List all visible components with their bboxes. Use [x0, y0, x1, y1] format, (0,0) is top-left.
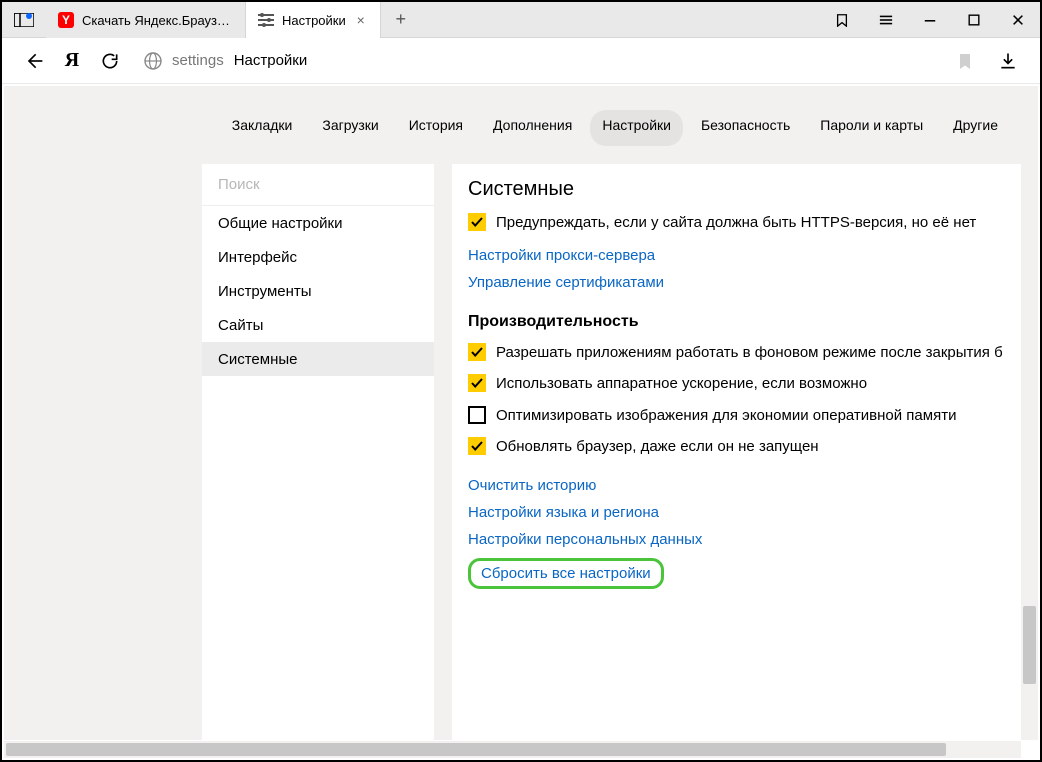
link-reset-all[interactable]: Сбросить все настройки — [468, 558, 664, 589]
window-controls — [820, 2, 1040, 38]
tab-title: Скачать Яндекс.Браузер д — [82, 13, 233, 28]
opt-label: Предупреждать, если у сайта должна быть … — [496, 213, 976, 233]
link-clear-history[interactable]: Очистить историю — [468, 477, 1022, 494]
yandex-home-button[interactable]: Я — [58, 47, 86, 75]
sidebar-toggle-button[interactable] — [2, 2, 46, 37]
opt-background-apps[interactable]: Разрешать приложениям работать в фоновом… — [468, 337, 1022, 369]
search-placeholder: Поиск — [218, 176, 260, 193]
sidebar-item-interface[interactable]: Интерфейс — [202, 240, 434, 274]
link-personal-data[interactable]: Настройки персональных данных — [468, 531, 1022, 548]
bookmark-icon[interactable] — [956, 52, 974, 70]
vertical-scrollbar[interactable] — [1021, 86, 1038, 740]
link-lang-region[interactable]: Настройки языка и региона — [468, 504, 1022, 521]
checkbox-icon[interactable] — [468, 374, 486, 392]
close-icon[interactable]: × — [354, 13, 368, 27]
settings-page: Закладки Загрузки История Дополнения Нас… — [4, 86, 1038, 740]
read-later-button[interactable] — [820, 2, 864, 38]
scrollbar-thumb[interactable] — [6, 743, 946, 756]
sidebar-item-tools[interactable]: Инструменты — [202, 274, 434, 308]
opt-label: Использовать аппаратное ускорение, если … — [496, 374, 867, 394]
reload-button[interactable] — [96, 47, 124, 75]
settings-sidebar: Поиск Общие настройки Интерфейс Инструме… — [202, 164, 434, 740]
section-title-performance: Производительность — [468, 313, 1022, 331]
nav-settings[interactable]: Настройки — [590, 110, 683, 146]
opt-https-warn[interactable]: Предупреждать, если у сайта должна быть … — [468, 207, 1022, 239]
yandex-favicon: Y — [58, 12, 74, 28]
nav-addons[interactable]: Дополнения — [481, 110, 584, 146]
site-status-icon[interactable] — [144, 52, 162, 70]
opt-auto-update[interactable]: Обновлять браузер, даже если он не запущ… — [468, 431, 1022, 463]
checkbox-icon[interactable] — [468, 406, 486, 424]
opt-label: Оптимизировать изображения для экономии … — [496, 406, 956, 426]
nav-other[interactable]: Другие — [941, 110, 1010, 146]
opt-optimize-images[interactable]: Оптимизировать изображения для экономии … — [468, 400, 1022, 432]
tab-title: Настройки — [282, 13, 346, 28]
nav-security[interactable]: Безопасность — [689, 110, 802, 146]
close-button[interactable] — [996, 2, 1040, 38]
section-title-system: Системные — [468, 178, 1022, 201]
opt-hardware-accel[interactable]: Использовать аппаратное ускорение, если … — [468, 368, 1022, 400]
address-bar[interactable]: settings Настройки — [134, 45, 984, 77]
address-title: Настройки — [234, 52, 308, 69]
opt-label: Обновлять браузер, даже если он не запущ… — [496, 437, 819, 457]
checkbox-icon[interactable] — [468, 437, 486, 455]
link-cert-management[interactable]: Управление сертификатами — [468, 274, 1022, 291]
minimize-button[interactable] — [908, 2, 952, 38]
link-proxy-settings[interactable]: Настройки прокси-сервера — [468, 247, 1022, 264]
settings-content: Системные Предупреждать, если у сайта до… — [452, 164, 1038, 740]
opt-label: Разрешать приложениям работать в фоновом… — [496, 343, 1003, 363]
address-host: settings — [172, 52, 224, 69]
nav-passwords[interactable]: Пароли и карты — [808, 110, 935, 146]
nav-history[interactable]: История — [397, 110, 475, 146]
titlebar: Y Скачать Яндекс.Браузер д Настройки × + — [2, 2, 1040, 38]
sidebar-item-sites[interactable]: Сайты — [202, 308, 434, 342]
horizontal-scrollbar[interactable] — [4, 741, 1021, 758]
settings-favicon — [258, 12, 274, 28]
settings-nav: Закладки Загрузки История Дополнения Нас… — [4, 110, 1038, 146]
checkbox-icon[interactable] — [468, 343, 486, 361]
toolbar: Я settings Настройки — [2, 38, 1040, 84]
tab-yandex-download[interactable]: Y Скачать Яндекс.Браузер д — [46, 2, 246, 38]
sidebar-item-general[interactable]: Общие настройки — [202, 206, 434, 240]
settings-search[interactable]: Поиск — [202, 164, 434, 206]
new-tab-button[interactable]: + — [381, 2, 421, 37]
menu-button[interactable] — [864, 2, 908, 38]
downloads-button[interactable] — [994, 47, 1022, 75]
sidebar-item-system[interactable]: Системные — [202, 342, 434, 376]
scrollbar-thumb[interactable] — [1023, 606, 1036, 684]
checkbox-icon[interactable] — [468, 213, 486, 231]
back-button[interactable] — [20, 47, 48, 75]
tab-settings[interactable]: Настройки × — [246, 2, 381, 38]
maximize-button[interactable] — [952, 2, 996, 38]
nav-downloads[interactable]: Загрузки — [310, 110, 390, 146]
nav-bookmarks[interactable]: Закладки — [220, 110, 305, 146]
